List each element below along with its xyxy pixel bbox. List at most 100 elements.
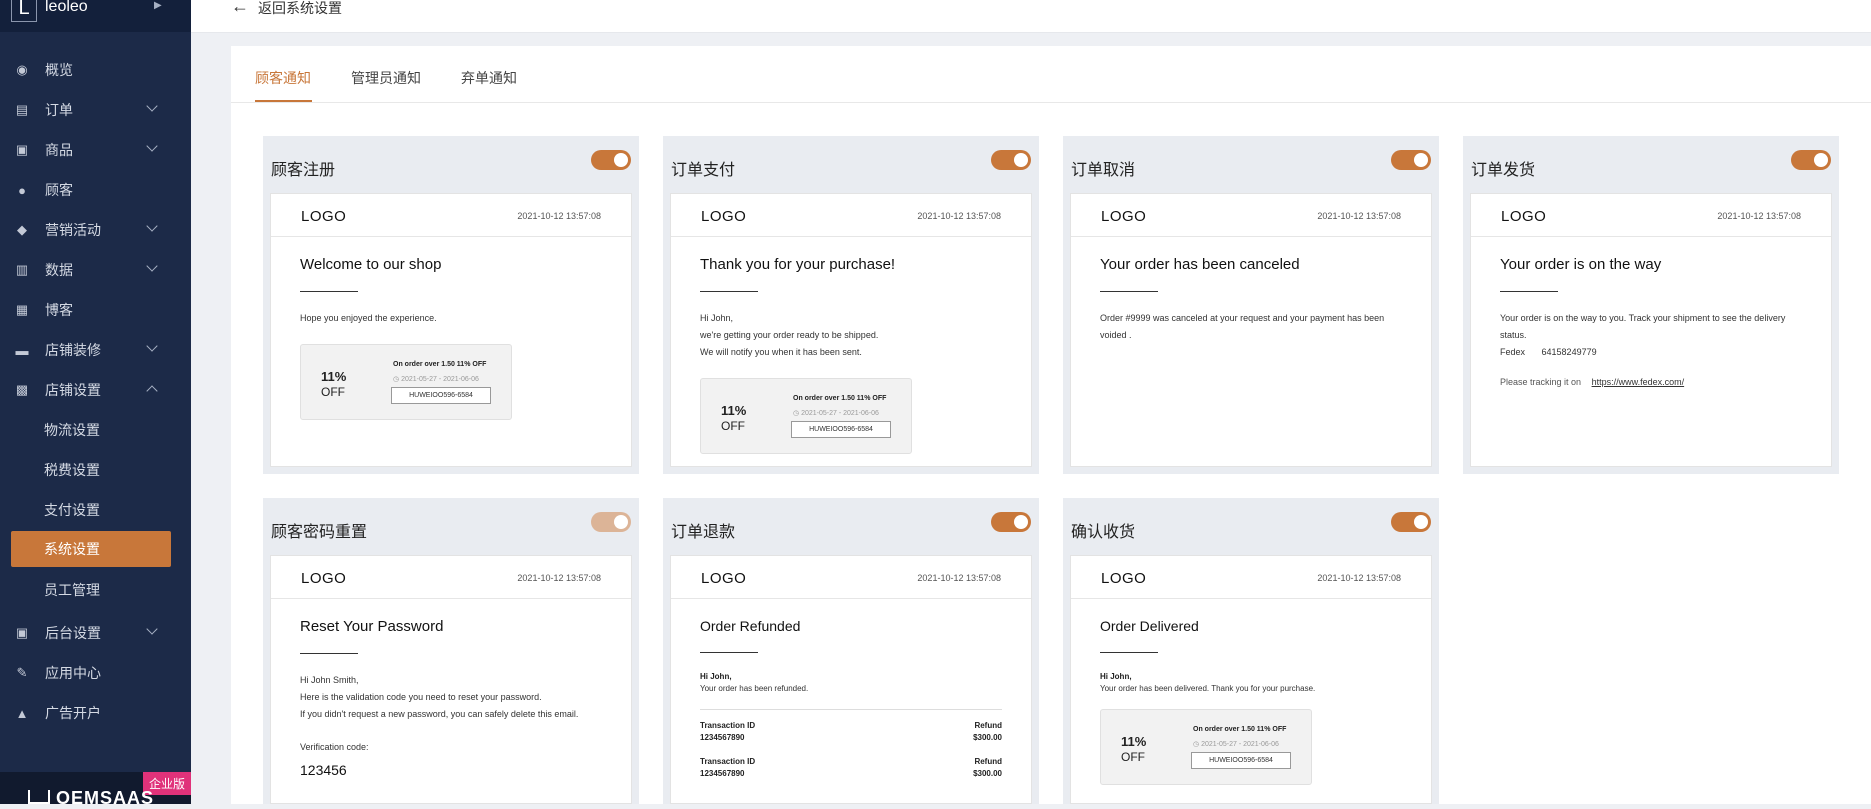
sidebar-item-app-center[interactable]: ✎ 应用中心 [0, 653, 191, 693]
coupon-date-text: 2021-05-27 - 2021-06-06 [401, 376, 479, 383]
email-body: Welcome to our shop Hope you enjoyed the… [271, 256, 631, 420]
enable-toggle[interactable] [1791, 150, 1831, 170]
refund-amount: $300.00 [973, 733, 1002, 742]
email-logo: LOGO [1101, 208, 1147, 225]
email-preview[interactable]: LOGO 2021-10-12 13:57:08 Welcome to our … [270, 193, 632, 467]
notification-card-cancel: 订单取消 LOGO 2021-10-12 13:57:08 Your order… [1063, 136, 1439, 474]
email-logo: LOGO [701, 570, 747, 587]
coupon-code: HUWEIOO596-6584 [391, 387, 491, 404]
store-switcher[interactable]: L leoleo ▶ [0, 0, 191, 32]
email-date: 2021-10-12 13:57:08 [917, 573, 1001, 583]
chevron-down-icon [146, 340, 158, 352]
transaction-id: 1234567890 [700, 733, 745, 742]
box-icon: ▣ [15, 142, 29, 157]
paint-roller-icon: ▬ [15, 342, 29, 358]
settings-panel-icon: ▣ [15, 625, 29, 640]
sidebar-item-overview[interactable]: ◉ 概览 [0, 50, 191, 90]
tracking-number: 64158249779 [1541, 347, 1597, 357]
coupon-rule: On order over 1.50 11% OFF [793, 395, 887, 402]
sidebar-item-data[interactable]: ▥ 数据 [0, 250, 191, 290]
email-date: 2021-10-12 13:57:08 [517, 573, 601, 583]
clock-icon: ◷ [793, 410, 802, 417]
sidebar-footer: 企业版 OEMSAAS [0, 772, 191, 808]
email-text: Order #9999 was canceled at your request… [1100, 313, 1385, 340]
email-headline: Reset Your Password [300, 618, 444, 635]
coupon-percent: 11% [1121, 734, 1147, 749]
email-body: Your order has been canceled Order #9999… [1071, 256, 1431, 344]
sidebar-item-customers[interactable]: ● 顾客 [0, 170, 191, 210]
enable-toggle[interactable] [591, 150, 631, 170]
bar-chart-icon: ▥ [15, 262, 29, 277]
email-preview[interactable]: LOGO 2021-10-12 13:57:08 Order Refunded … [670, 555, 1032, 804]
email-logo: LOGO [301, 570, 347, 587]
enable-toggle[interactable] [591, 512, 631, 532]
tab-customer-notifications[interactable]: 顾客通知 [255, 68, 311, 88]
email-preview[interactable]: LOGO 2021-10-12 13:57:08 Your order is o… [1470, 193, 1832, 467]
chevron-down-icon [146, 623, 158, 635]
email-text: Here is the validation code you need to … [300, 692, 542, 702]
sidebar-subitem-logistics[interactable]: 物流设置 [0, 410, 191, 450]
main-panel: 顾客通知 管理员通知 弃单通知 顾客注册 LOGO 2021-10-12 13:… [231, 46, 1871, 804]
divider [700, 291, 758, 292]
email-date: 2021-10-12 13:57:08 [517, 211, 601, 221]
email-text: Your order has been delivered. Thank you… [1100, 684, 1316, 693]
enable-toggle[interactable] [991, 512, 1031, 532]
sidebar-item-store-settings[interactable]: ▩ 店铺设置 [0, 370, 191, 410]
footer-brand: OEMSAAS [56, 788, 155, 808]
transaction-id: 1234567890 [700, 769, 745, 778]
refund-label: Refund [974, 757, 1002, 766]
sidebar-item-admin-settings[interactable]: ▣ 后台设置 [0, 613, 191, 653]
card-title: 订单退款 [671, 524, 736, 541]
enable-toggle[interactable] [1391, 512, 1431, 532]
notification-card-shipping: 订单发货 LOGO 2021-10-12 13:57:08 Your order… [1463, 136, 1839, 474]
email-preview[interactable]: LOGO 2021-10-12 13:57:08 Order Delivered… [1070, 555, 1432, 804]
card-title: 顾客密码重置 [271, 524, 368, 541]
tab-abandoned-notifications[interactable]: 弃单通知 [461, 68, 517, 88]
email-preview[interactable]: LOGO 2021-10-12 13:57:08 Reset Your Pass… [270, 555, 632, 804]
sidebar-item-orders[interactable]: ▤ 订单 [0, 90, 191, 130]
email-text: Your order has been refunded. [700, 684, 809, 693]
back-link[interactable]: 返回系统设置 [258, 0, 342, 18]
sidebar-item-ads[interactable]: ▲ 广告开户 [0, 693, 191, 733]
sidebar-subitem-system-settings[interactable]: 系统设置 [11, 531, 171, 567]
email-date: 2021-10-12 13:57:08 [917, 211, 1001, 221]
compass-icon: ◉ [16, 62, 28, 77]
email-text: We will notify you when it has been sent… [700, 347, 862, 357]
enable-toggle[interactable] [1391, 150, 1431, 170]
store-logo: L [11, 0, 37, 22]
toggle-knob [1414, 515, 1428, 529]
email-headline: Your order has been canceled [1100, 256, 1300, 273]
email-body: Thank you for your purchase! Hi John, we… [671, 256, 1031, 454]
toggle-knob [1014, 515, 1028, 529]
sidebar-item-decoration[interactable]: ▬ 店铺装修 [0, 330, 191, 370]
tracking-link[interactable]: https://www.fedex.com/ [1592, 377, 1685, 387]
email-body: Your order is on the way Your order is o… [1471, 256, 1831, 391]
notification-card-payment: 订单支付 LOGO 2021-10-12 13:57:08 Thank you … [663, 136, 1039, 474]
store-name: leoleo [45, 0, 88, 15]
sidebar-subitem-staff[interactable]: 员工管理 [0, 570, 191, 610]
toggle-knob [1414, 153, 1428, 167]
sidebar-subitem-payment[interactable]: 支付设置 [0, 490, 191, 530]
email-body: Reset Your Password Hi John Smith, Here … [271, 618, 631, 778]
arrow-left-icon[interactable]: ← [231, 0, 249, 17]
enable-toggle[interactable] [991, 150, 1031, 170]
refund-label: Refund [974, 721, 1002, 730]
card-title: 订单取消 [1071, 162, 1136, 179]
sidebar-item-marketing[interactable]: ◆ 营销活动 [0, 210, 191, 250]
email-preview[interactable]: LOGO 2021-10-12 13:57:08 Your order has … [1070, 193, 1432, 467]
tab-admin-notifications[interactable]: 管理员通知 [351, 68, 421, 88]
email-headline: Order Delivered [1100, 618, 1199, 634]
sidebar-item-blog[interactable]: ▦ 博客 [0, 290, 191, 330]
email-headline: Order Refunded [700, 618, 801, 634]
cart-icon [28, 790, 50, 804]
coupon-dates: ◷ 2021-05-27 - 2021-06-06 [393, 375, 479, 383]
email-logo: LOGO [301, 208, 347, 225]
email-date: 2021-10-12 13:57:08 [1317, 211, 1401, 221]
sidebar-subitem-tax[interactable]: 税费设置 [0, 450, 191, 490]
refund-row: Transaction ID Refund [700, 756, 1002, 768]
email-preview[interactable]: LOGO 2021-10-12 13:57:08 Thank you for y… [670, 193, 1032, 467]
email-text: If you didn't request a new password, yo… [300, 709, 579, 719]
sidebar-item-products[interactable]: ▣ 商品 [0, 130, 191, 170]
email-text: Hi John, [700, 313, 734, 323]
coupon-dates: ◷ 2021-05-27 - 2021-06-06 [793, 409, 879, 417]
